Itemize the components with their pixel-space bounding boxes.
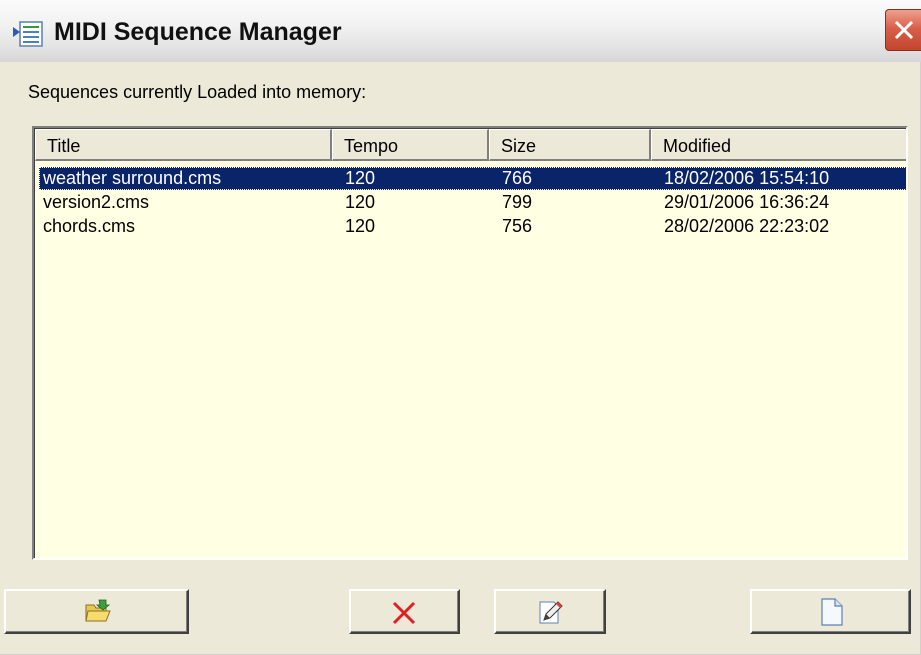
cell-tempo: 120	[345, 192, 376, 212]
column-header-title[interactable]: Title	[35, 129, 332, 161]
cell-tempo: 120	[345, 216, 376, 236]
sequences-prompt-label: Sequences currently Loaded into memory:	[28, 82, 367, 102]
red-x-icon	[392, 601, 416, 625]
list-document-icon	[13, 21, 43, 47]
cell-title: chords.cms	[43, 216, 136, 236]
list-header: Title Tempo Size Modified	[35, 129, 906, 161]
cell-size: 756	[502, 216, 533, 236]
column-header-modified[interactable]: Modified	[651, 129, 906, 161]
delete-button[interactable]	[349, 589, 460, 634]
cell-title: weather surround.cms	[43, 168, 222, 188]
title-bar[interactable]: MIDI Sequence Manager	[0, 0, 921, 62]
cell-tempo: 120	[345, 168, 376, 188]
cell-modified: 29/01/2006 16:36:24	[664, 192, 830, 212]
table-row[interactable]: version2.cms 120 799 29/01/2006 16:36:24	[39, 191, 906, 214]
cell-size: 799	[502, 192, 533, 212]
close-button[interactable]	[885, 9, 921, 51]
open-button[interactable]	[4, 589, 189, 634]
cell-modified: 28/02/2006 22:23:02	[664, 216, 830, 236]
cell-title: version2.cms	[43, 192, 150, 212]
column-header-tempo[interactable]: Tempo	[332, 129, 489, 161]
sequence-list[interactable]: Title Tempo Size Modified weather surrou…	[32, 126, 908, 560]
column-header-size[interactable]: Size	[489, 129, 651, 161]
window-title: MIDI Sequence Manager	[54, 18, 342, 46]
edit-button[interactable]	[494, 589, 606, 634]
blank-page-icon	[821, 598, 843, 626]
cell-modified: 18/02/2006 15:54:10	[664, 168, 830, 188]
table-row[interactable]: chords.cms 120 756 28/02/2006 22:23:02	[39, 215, 906, 238]
table-row[interactable]: weather surround.cms 120 766 18/02/2006 …	[39, 167, 906, 190]
cell-size: 766	[502, 168, 533, 188]
new-button[interactable]	[750, 589, 911, 634]
open-folder-icon	[85, 599, 111, 622]
pencil-edit-icon	[539, 601, 563, 624]
close-icon	[894, 20, 914, 40]
midi-sequence-manager-window: MIDI Sequence Manager Sequences currentl…	[0, 0, 921, 655]
